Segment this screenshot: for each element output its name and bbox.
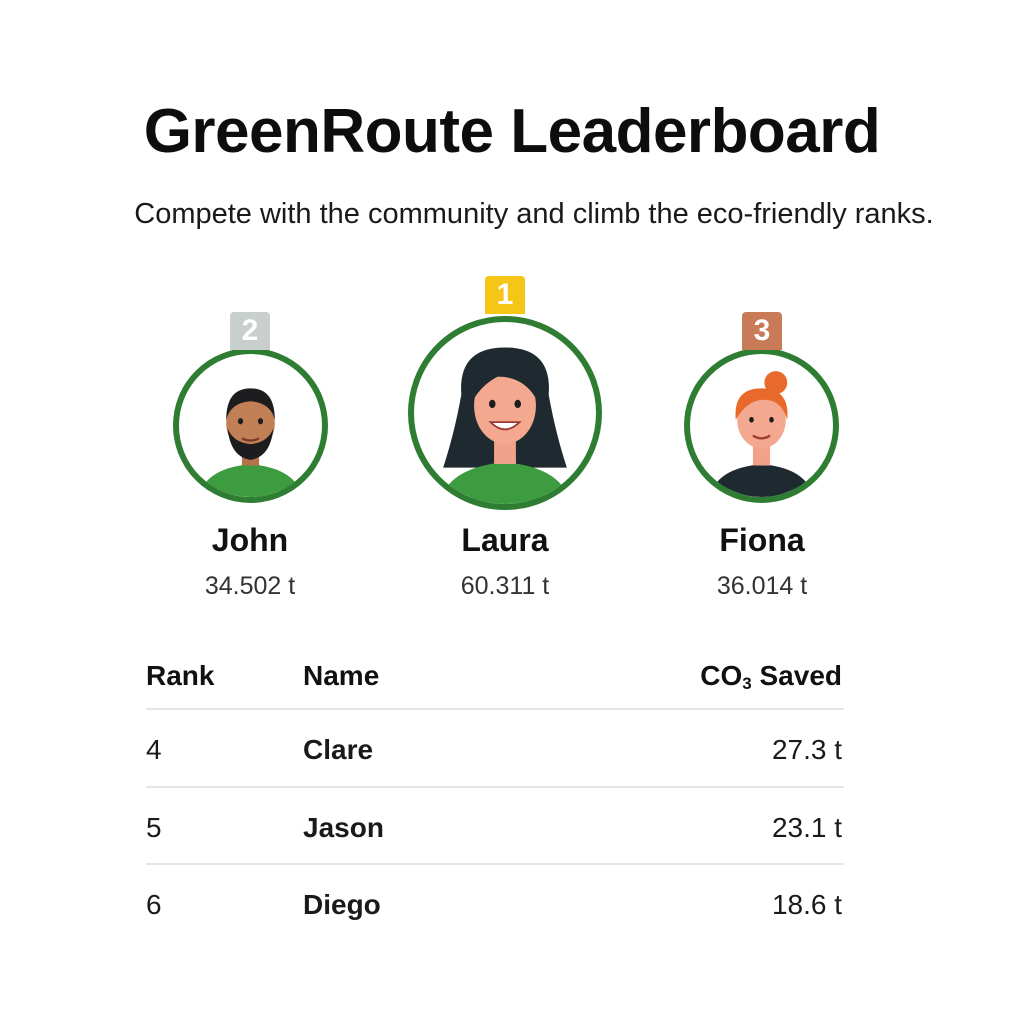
saved-label: Saved <box>751 660 842 691</box>
rank-badge-1: 1 <box>485 276 525 314</box>
co2-cell: 23.1 t <box>771 812 842 843</box>
podium-score: 60.311 t <box>460 572 550 600</box>
podium-first[interactable]: 1 Laura 60.311 t <box>405 274 605 610</box>
rank-cell: 6 <box>146 889 162 920</box>
co2-label: CO <box>700 660 743 691</box>
name-cell: Jason <box>303 812 384 843</box>
page-subtitle: Compete with the community and climb the… <box>134 198 934 230</box>
table-row[interactable]: 6 Diego 18.6 t <box>146 863 844 941</box>
rank-cell: 4 <box>146 734 162 765</box>
column-header-co2-saved: CO3 Saved <box>700 660 842 694</box>
name-cell: Clare <box>303 734 374 765</box>
page-title: GreenRoute Leaderboard <box>143 97 881 166</box>
podium-name: Laura <box>461 522 549 558</box>
avatar-laura <box>408 316 602 510</box>
avatar-john <box>173 348 328 503</box>
podium-name: Fiona <box>719 522 805 558</box>
woman-redhead-avatar-icon <box>710 371 813 497</box>
podium-score: 34.502 t <box>204 572 296 600</box>
column-header-name: Name <box>303 660 380 691</box>
man-beard-avatar-icon <box>199 388 302 497</box>
avatar-fiona <box>684 348 839 503</box>
co2-cell: 27.3 t <box>771 734 842 765</box>
podium-score: 36.014 t <box>716 572 808 600</box>
woman-avatar-icon <box>439 347 571 504</box>
rank-badge-3: 3 <box>742 312 782 350</box>
name-cell: Diego <box>303 889 381 920</box>
column-header-rank: Rank <box>146 660 215 691</box>
co2-subscript: 3 <box>742 674 752 693</box>
table-row[interactable]: 4 Clare 27.3 t <box>146 708 844 786</box>
podium-name: John <box>211 522 289 558</box>
podium-third[interactable]: 3 Fiona 36.014 t <box>682 310 842 610</box>
table-row[interactable]: 5 Jason 23.1 t <box>146 786 844 864</box>
rank-cell: 5 <box>146 812 162 843</box>
co2-cell: 18.6 t <box>771 889 842 920</box>
podium-second[interactable]: 2 John 34.502 t <box>170 310 330 610</box>
rank-badge-2: 2 <box>230 312 270 350</box>
